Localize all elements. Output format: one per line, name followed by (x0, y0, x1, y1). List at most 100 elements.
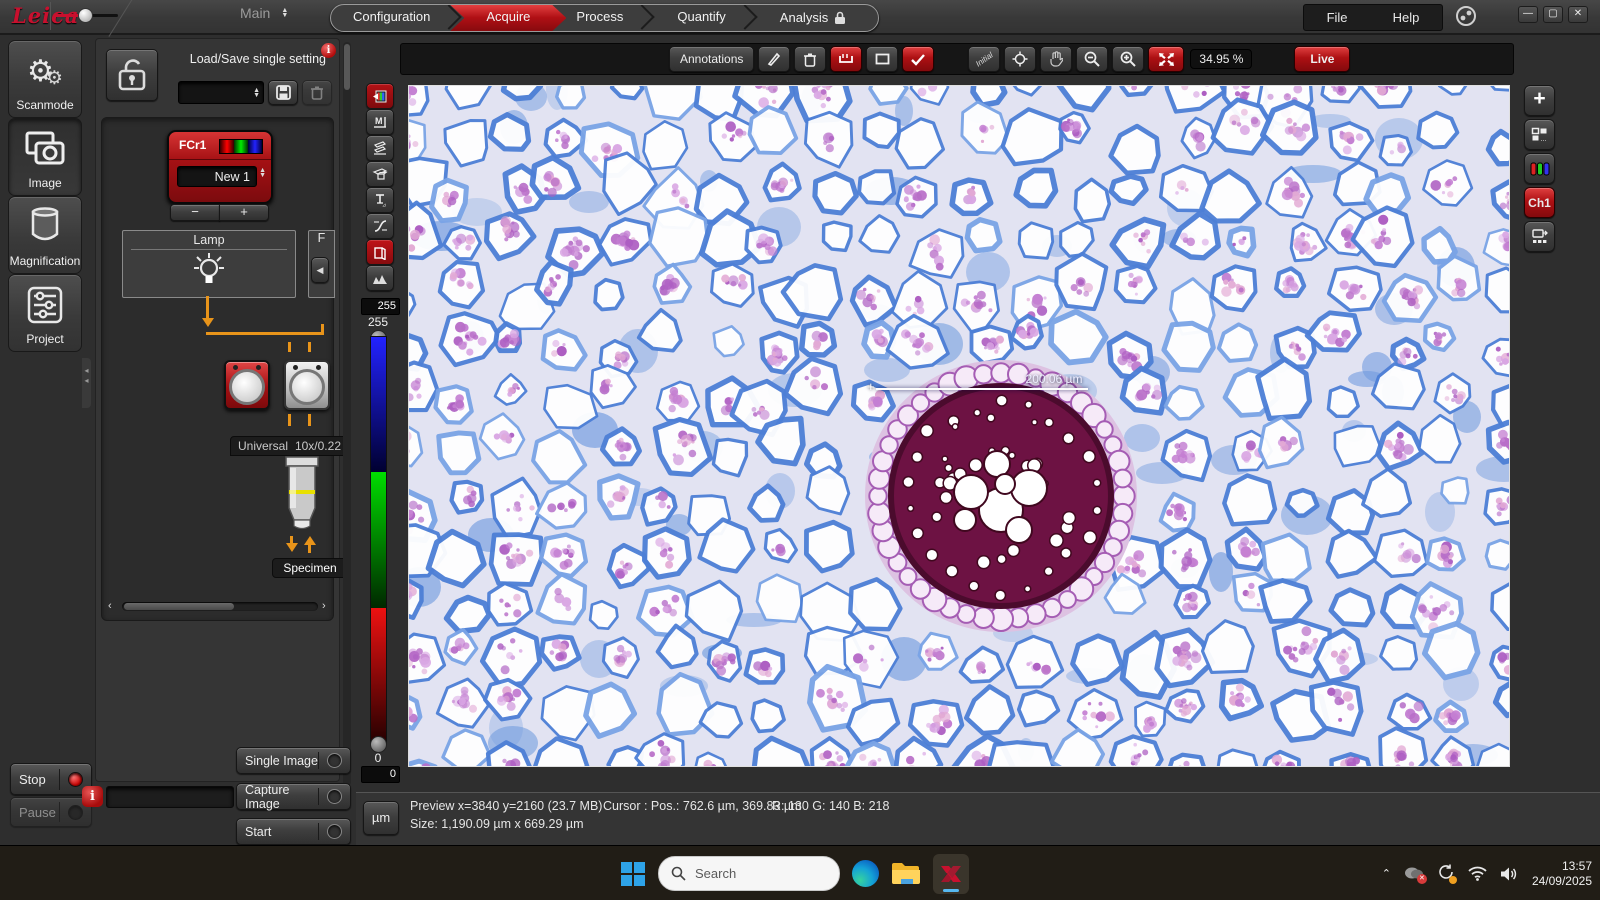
lut-gradient-bar[interactable] (370, 336, 387, 744)
pause-button[interactable]: Pause (10, 797, 92, 827)
main-context-dropdown[interactable]: Main ▲▼ (240, 5, 291, 21)
acquisition-info-icon[interactable]: i (82, 786, 103, 807)
info-icon[interactable]: i (321, 43, 336, 58)
windows-start-button[interactable] (620, 861, 646, 887)
rgb-status: R: 130 G: 140 B: 218 (772, 799, 889, 813)
center-view-button[interactable] (1004, 46, 1036, 72)
tray-chevron-icon[interactable]: ⌃ (1382, 867, 1391, 880)
tile-layout-button[interactable]: ... (1524, 119, 1555, 150)
lasx-app-icon[interactable] (933, 854, 969, 894)
add-viewer-button[interactable]: + (1524, 85, 1555, 116)
sidebar-item-scanmode[interactable]: ⚙⚙ Scanmode (8, 40, 82, 118)
maximize-button[interactable]: ▢ (1543, 6, 1563, 23)
draw-annotation-button[interactable] (758, 46, 790, 72)
sidebar-item-project[interactable]: Project (8, 274, 82, 352)
hscroll-right-arrow[interactable]: › (322, 600, 332, 612)
setting-preset-dropdown[interactable]: ▲▼ (178, 81, 264, 104)
tab-analysis[interactable]: Analysis (758, 5, 878, 31)
edge-browser-icon[interactable] (852, 860, 879, 887)
tray-sync-icon[interactable] (1437, 863, 1455, 884)
tab-process[interactable]: Process (554, 5, 655, 31)
capture-image-button[interactable]: Capture Image (236, 783, 351, 810)
lut-min-value[interactable]: 0 (361, 766, 400, 783)
intensity-slider-knob[interactable] (78, 8, 93, 23)
depth-pin-button[interactable]: ⊿ (366, 187, 394, 213)
delete-annotation-button[interactable] (794, 46, 826, 72)
lut-max-value[interactable]: 255 (361, 298, 400, 315)
channel-overlay-button[interactable] (366, 83, 394, 109)
taskbar-search[interactable]: Search (658, 856, 840, 891)
channel-name: FCr1 (179, 138, 206, 152)
beam-arrow-icon (304, 536, 316, 545)
sidebar-item-magnification[interactable]: Magnification (8, 196, 82, 274)
svg-text:...: ... (1541, 136, 1547, 142)
objective-lens-icon[interactable] (280, 456, 324, 534)
tab-quantify[interactable]: Quantify (655, 5, 757, 31)
taskbar-clock[interactable]: 13:57 24/09/2025 (1532, 859, 1592, 889)
close-button[interactable]: ✕ (1568, 6, 1588, 23)
hscrollbar-thumb[interactable] (124, 603, 234, 610)
gears-icon: ⚙⚙ (9, 49, 81, 93)
rectangle-tool-button[interactable] (866, 46, 898, 72)
hscroll-left-arrow[interactable]: ‹ (108, 600, 118, 612)
zoom-percentage[interactable]: 34.95 % (1190, 49, 1252, 69)
single-image-button[interactable]: Single Image (236, 747, 351, 774)
menu-box: File Help (1303, 4, 1443, 31)
export-layout-button[interactable] (1524, 221, 1555, 252)
wifi-icon[interactable] (1468, 866, 1487, 881)
lock-settings-button[interactable] (106, 49, 158, 101)
tab-acquire[interactable]: Acquire (450, 5, 566, 31)
gamma-curve-button[interactable] (366, 213, 394, 239)
globe-icon[interactable] (1455, 5, 1477, 27)
channel-preset-value: New 1 (215, 170, 250, 184)
sidebar-item-image[interactable]: Image (8, 118, 82, 196)
scalebar-button[interactable] (830, 46, 862, 72)
delete-setting-button[interactable] (302, 80, 332, 105)
zoom-out-button[interactable] (1076, 46, 1108, 72)
hscrollbar-track[interactable] (122, 602, 318, 611)
file-explorer-icon[interactable] (891, 861, 921, 887)
microscopy-image (409, 86, 1509, 766)
minimize-button[interactable]: — (1518, 6, 1538, 23)
channel-preset-dropdown[interactable]: New 1 (177, 166, 257, 187)
speaker-icon[interactable] (1500, 866, 1519, 882)
lamp-label: Lamp (123, 231, 295, 247)
scroll-left-chevron[interactable]: ◀ (311, 257, 329, 283)
objective-turret-label[interactable]: Universal 10x/0.22 (230, 436, 349, 456)
ch1-label: Ch1 (1528, 196, 1551, 210)
menu-help[interactable]: Help (1393, 10, 1420, 25)
histogram-button[interactable] (366, 265, 394, 291)
zoom-in-button[interactable] (1112, 46, 1144, 72)
vscrollbar-track[interactable] (343, 42, 351, 786)
live-button[interactable]: Live (1294, 46, 1350, 72)
start-button[interactable]: Start (236, 818, 351, 845)
series-pages-button[interactable] (366, 239, 394, 265)
layer-stack-button[interactable] (366, 135, 394, 161)
channel-1-button[interactable]: Ch1 (1524, 187, 1555, 218)
unit-button[interactable]: µm (363, 801, 399, 835)
add-channel-button[interactable]: + (219, 204, 269, 221)
filter-cube-empty[interactable] (284, 360, 330, 410)
stop-button[interactable]: Stop (10, 763, 92, 795)
channel-box-fcr1[interactable]: FCr1 New 1 ▲▼ (167, 130, 273, 204)
menu-file[interactable]: File (1327, 10, 1348, 25)
fit-to-screen-button[interactable] (1148, 46, 1184, 72)
measurement-line[interactable] (876, 388, 1088, 390)
lamp-node[interactable]: Lamp (122, 230, 296, 298)
annotations-button[interactable]: Annotations (669, 46, 754, 72)
pan-tool-button[interactable] (1040, 46, 1072, 72)
measure-button[interactable]: M (366, 109, 394, 135)
image-canvas[interactable]: + 200.06 µm (408, 85, 1510, 767)
vscrollbar-thumb[interactable] (344, 44, 350, 90)
beam-line (321, 324, 324, 335)
remove-channel-button[interactable]: − (170, 204, 220, 221)
filter-cube-red[interactable] (224, 360, 270, 410)
save-setting-button[interactable] (268, 80, 298, 105)
tray-app-icon[interactable]: ✕ (1404, 865, 1424, 882)
channels-view-button[interactable] (1524, 153, 1555, 184)
apply-annotation-button[interactable] (902, 46, 934, 72)
initial-label-button[interactable]: Initial (968, 46, 1000, 72)
panel-collapse-handle[interactable]: ◂◂ (82, 358, 91, 408)
volume-stack-button[interactable] (366, 161, 394, 187)
tab-configuration[interactable]: Configuration (331, 5, 462, 31)
